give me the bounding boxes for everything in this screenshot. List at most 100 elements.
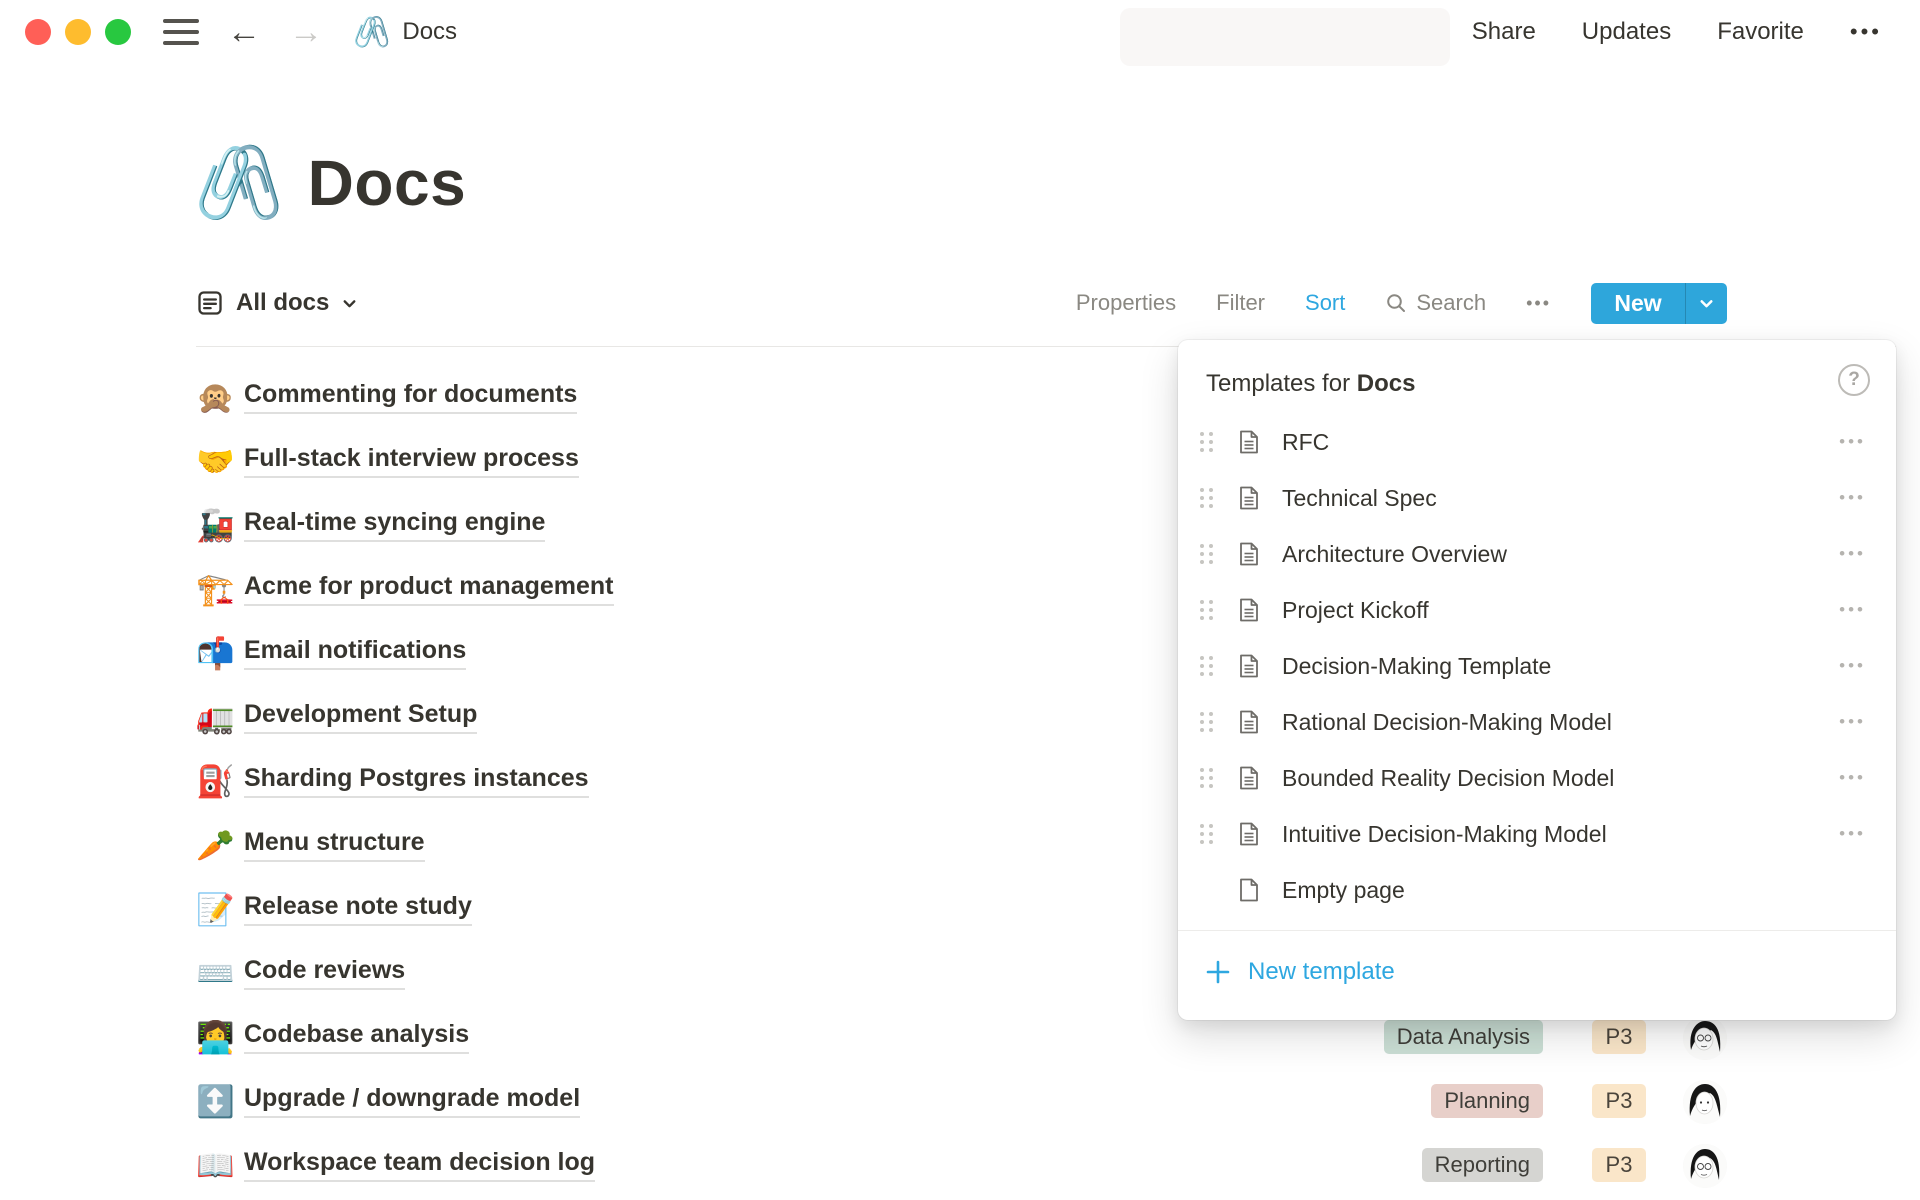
doc-emoji-icon: 🤝 xyxy=(196,446,244,477)
priority-badge[interactable]: P3 xyxy=(1592,1084,1646,1118)
template-row[interactable]: Rational Decision-Making Model ••• xyxy=(1178,694,1896,750)
template-row[interactable]: Intuitive Decision-Making Model ••• xyxy=(1178,806,1896,862)
template-label: Intuitive Decision-Making Model xyxy=(1282,821,1607,848)
document-icon xyxy=(1236,597,1262,623)
doc-list-item[interactable]: 🏗️ Acme for product management xyxy=(196,557,1196,621)
doc-title-link[interactable]: Release note study xyxy=(244,892,472,926)
favorite-button[interactable]: Favorite xyxy=(1717,18,1804,46)
help-icon[interactable]: ? xyxy=(1838,364,1870,396)
document-icon xyxy=(1236,485,1262,511)
search-icon xyxy=(1385,292,1407,314)
doc-emoji-icon: 🚂 xyxy=(196,510,244,541)
zoom-window-button[interactable] xyxy=(105,19,131,45)
doc-list-item[interactable]: ⛽ Sharding Postgres instances xyxy=(196,749,1196,813)
doc-title-link[interactable]: Menu structure xyxy=(244,828,425,862)
template-more-options-icon[interactable]: ••• xyxy=(1839,544,1866,564)
template-label: Decision-Making Template xyxy=(1282,653,1551,680)
plus-icon xyxy=(1204,958,1232,986)
doc-list-item[interactable]: 📝 Release note study xyxy=(196,877,1196,941)
avatar[interactable] xyxy=(1683,1144,1727,1188)
minimize-window-button[interactable] xyxy=(65,19,91,45)
avatar[interactable] xyxy=(1683,1080,1727,1124)
share-button[interactable]: Share xyxy=(1472,18,1536,46)
drag-handle-icon[interactable] xyxy=(1200,656,1216,676)
doc-title-link[interactable]: Real-time syncing engine xyxy=(244,508,545,542)
template-label: Empty page xyxy=(1282,877,1405,904)
back-arrow-icon[interactable]: ← xyxy=(227,15,261,49)
template-more-options-icon[interactable]: ••• xyxy=(1839,824,1866,844)
drag-handle-icon[interactable] xyxy=(1200,768,1216,788)
template-row[interactable]: Project Kickoff ••• xyxy=(1178,582,1896,638)
drag-handle-icon[interactable] xyxy=(1200,600,1216,620)
doc-list-item[interactable]: 🥕 Menu structure xyxy=(196,813,1196,877)
filter-button[interactable]: Filter xyxy=(1216,290,1265,316)
template-more-options-icon[interactable]: ••• xyxy=(1839,432,1866,452)
tag-badge[interactable]: Reporting xyxy=(1422,1148,1543,1182)
doc-list-item[interactable]: 🤝 Full-stack interview process xyxy=(196,429,1196,493)
more-options-icon[interactable]: ••• xyxy=(1850,19,1882,45)
docs-list: 🙊 Commenting for documents 🤝 Full-stack … xyxy=(196,365,1196,1197)
panel-title-prefix: Templates for xyxy=(1206,370,1357,397)
page-title[interactable]: Docs xyxy=(308,146,467,220)
doc-title-link[interactable]: Code reviews xyxy=(244,956,405,990)
view-name: All docs xyxy=(236,289,329,317)
template-row[interactable]: RFC ••• xyxy=(1178,414,1896,470)
new-button[interactable]: New xyxy=(1591,283,1685,324)
template-more-options-icon[interactable]: ••• xyxy=(1839,656,1866,676)
doc-title-link[interactable]: Sharding Postgres instances xyxy=(244,764,589,798)
doc-emoji-icon: 🙊 xyxy=(196,382,244,413)
drag-handle-icon[interactable] xyxy=(1200,824,1216,844)
doc-title-link[interactable]: Commenting for documents xyxy=(244,380,577,414)
template-label: Bounded Reality Decision Model xyxy=(1282,765,1614,792)
close-window-button[interactable] xyxy=(25,19,51,45)
sidebar-menu-icon[interactable] xyxy=(163,19,199,45)
sort-button[interactable]: Sort xyxy=(1305,290,1345,316)
properties-button[interactable]: Properties xyxy=(1076,290,1176,316)
drag-handle-icon[interactable] xyxy=(1200,488,1216,508)
new-button-group: New xyxy=(1591,283,1727,324)
empty-page-row[interactable]: Empty page xyxy=(1178,862,1896,918)
doc-list-item[interactable]: 🙊 Commenting for documents xyxy=(196,365,1196,429)
search-button[interactable]: Search xyxy=(1385,290,1486,316)
template-more-options-icon[interactable]: ••• xyxy=(1839,488,1866,508)
doc-title-link[interactable]: Email notifications xyxy=(244,636,466,670)
view-switcher[interactable]: All docs xyxy=(196,289,358,317)
new-dropdown-button[interactable] xyxy=(1686,283,1727,324)
new-template-label: New template xyxy=(1248,958,1395,986)
page-emoji-icon[interactable]: 🖇️ xyxy=(194,147,284,219)
template-row[interactable]: Decision-Making Template ••• xyxy=(1178,638,1896,694)
drag-handle-icon[interactable] xyxy=(1200,544,1216,564)
tag-badge[interactable]: Planning xyxy=(1431,1084,1543,1118)
template-more-options-icon[interactable]: ••• xyxy=(1839,768,1866,788)
doc-title-link[interactable]: Acme for product management xyxy=(244,572,614,606)
toolbar-more-options-icon[interactable]: ••• xyxy=(1526,293,1551,314)
template-more-options-icon[interactable]: ••• xyxy=(1839,600,1866,620)
doc-list-item[interactable]: ⌨️ Code reviews xyxy=(196,941,1196,1005)
template-more-options-icon[interactable]: ••• xyxy=(1839,712,1866,732)
template-row[interactable]: Architecture Overview ••• xyxy=(1178,526,1896,582)
priority-badge[interactable]: P3 xyxy=(1592,1020,1646,1054)
breadcrumb-page-title[interactable]: Docs xyxy=(402,18,457,46)
page-emoji-icon: 🖇️ xyxy=(353,15,390,50)
drag-handle-icon[interactable] xyxy=(1200,432,1216,452)
doc-list-item[interactable]: 🚛 Development Setup xyxy=(196,685,1196,749)
doc-properties-row: Planning P3 xyxy=(0,1084,1920,1118)
template-list: RFC ••• Technical Spec ••• Architecture … xyxy=(1178,414,1896,918)
doc-list-item[interactable]: 📬 Email notifications xyxy=(196,621,1196,685)
new-template-button[interactable]: New template xyxy=(1178,930,1896,1012)
drag-handle-icon[interactable] xyxy=(1200,712,1216,732)
template-row[interactable]: Bounded Reality Decision Model ••• xyxy=(1178,750,1896,806)
template-row[interactable]: Technical Spec ••• xyxy=(1178,470,1896,526)
view-toolbar: All docs Properties Filter Sort Search •… xyxy=(196,280,1727,326)
updates-button[interactable]: Updates xyxy=(1582,18,1671,46)
doc-list-item[interactable]: 🚂 Real-time syncing engine xyxy=(196,493,1196,557)
doc-emoji-icon: ⌨️ xyxy=(196,958,244,989)
priority-badge[interactable]: P3 xyxy=(1592,1148,1646,1182)
doc-emoji-icon: 📝 xyxy=(196,894,244,925)
doc-title-link[interactable]: Full-stack interview process xyxy=(244,444,579,478)
tag-badge[interactable]: Data Analysis xyxy=(1384,1020,1543,1054)
doc-title-link[interactable]: Development Setup xyxy=(244,700,477,734)
avatar[interactable] xyxy=(1683,1016,1727,1060)
list-view-icon xyxy=(196,289,224,317)
window-controls xyxy=(25,19,131,45)
